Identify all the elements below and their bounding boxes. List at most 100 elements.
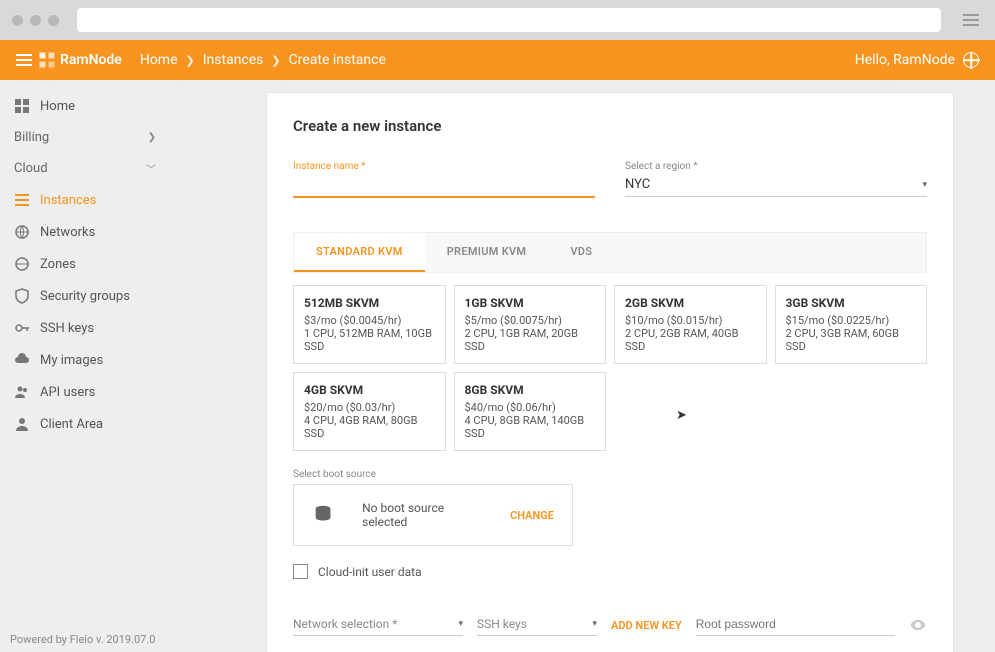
plan-name: 2GB SKVM bbox=[625, 296, 756, 310]
plan-8gb[interactable]: 8GB SKVM $40/mo ($0.06/hr) 4 CPU, 8GB RA… bbox=[454, 372, 607, 451]
plan-price: $5/mo ($0.0075/hr) bbox=[465, 314, 596, 327]
list-icon bbox=[14, 192, 30, 208]
tab-vds[interactable]: VDS bbox=[548, 233, 614, 272]
add-new-key-button[interactable]: ADD NEW KEY bbox=[611, 619, 682, 636]
caret-down-icon: ▾ bbox=[458, 619, 463, 629]
user-icon bbox=[14, 416, 30, 432]
plan-3gb[interactable]: 3GB SKVM $15/mo ($0.0225/hr) 2 CPU, 3GB … bbox=[775, 285, 928, 364]
ssh-select[interactable]: SSH keys ▾ bbox=[477, 603, 597, 636]
sidebar-item-cloud[interactable]: Cloud ﹀ bbox=[0, 153, 170, 184]
globe-icon bbox=[14, 256, 30, 272]
instance-name-field[interactable]: Instance name * bbox=[293, 163, 595, 198]
maximize-window-icon[interactable] bbox=[48, 15, 59, 26]
network-label: Network selection * bbox=[293, 617, 397, 631]
sidebar-label: Security groups bbox=[40, 289, 130, 304]
sidebar-label: Instances bbox=[40, 193, 96, 208]
plan-price: $10/mo ($0.015/hr) bbox=[625, 314, 756, 327]
region-field[interactable]: Select a region * NYC ▾ bbox=[625, 163, 927, 198]
brand-logo[interactable]: RamNode bbox=[38, 51, 122, 69]
browser-chrome bbox=[0, 0, 995, 40]
breadcrumb-create-instance[interactable]: Create instance bbox=[289, 52, 386, 68]
chevron-right-icon: ❯ bbox=[271, 54, 280, 67]
plan-spec: 2 CPU, 1GB RAM, 20GB SSD bbox=[465, 327, 596, 353]
chevron-right-icon: ❯ bbox=[148, 132, 156, 143]
plan-tabs: STANDARD KVM PREMIUM KVM VDS bbox=[293, 232, 927, 273]
hello-text: Hello, RamNode bbox=[855, 52, 955, 68]
sidebar-item-ssh-keys[interactable]: SSH keys bbox=[0, 312, 170, 344]
sidebar-item-zones[interactable]: Zones bbox=[0, 248, 170, 280]
plan-spec: 4 CPU, 8GB RAM, 140GB SSD bbox=[465, 414, 596, 440]
logo-mark-icon bbox=[38, 51, 56, 69]
plan-price: $40/mo ($0.06/hr) bbox=[465, 401, 596, 414]
change-boot-source-button[interactable]: CHANGE bbox=[510, 509, 554, 522]
plan-price: $20/mo ($0.03/hr) bbox=[304, 401, 435, 414]
url-bar[interactable] bbox=[77, 8, 941, 32]
root-password-input[interactable] bbox=[696, 603, 895, 636]
sidebar-label: Cloud bbox=[14, 161, 48, 176]
user-greeting[interactable]: Hello, RamNode bbox=[855, 52, 979, 68]
caret-down-icon: ▾ bbox=[922, 180, 927, 190]
sidebar-label: Home bbox=[40, 99, 75, 114]
boot-source-text: No boot source selected bbox=[362, 501, 482, 529]
plan-4gb[interactable]: 4GB SKVM $20/mo ($0.03/hr) 4 CPU, 4GB RA… bbox=[293, 372, 446, 451]
plan-name: 512MB SKVM bbox=[304, 296, 435, 310]
cloud-upload-icon bbox=[14, 352, 30, 368]
browser-menu-icon[interactable] bbox=[959, 8, 983, 32]
sidebar-item-instances[interactable]: Instances bbox=[0, 184, 170, 216]
create-instance-card: Create a new instance Instance name * Se… bbox=[266, 92, 954, 652]
sidebar-item-security-groups[interactable]: Security groups bbox=[0, 280, 170, 312]
ssh-keys-field[interactable]: SSH keys ▾ bbox=[477, 603, 597, 636]
tab-standard-kvm[interactable]: STANDARD KVM bbox=[294, 233, 425, 272]
chevron-right-icon: ❯ bbox=[186, 54, 195, 67]
network-icon bbox=[14, 224, 30, 240]
boot-source-box: No boot source selected CHANGE bbox=[293, 484, 573, 546]
cloud-init-checkbox[interactable] bbox=[293, 564, 308, 579]
plan-grid: 512MB SKVM $3/mo ($0.0045/hr) 1 CPU, 512… bbox=[293, 285, 927, 451]
footer-text: Powered by Fleio v. 2019.07.0 bbox=[10, 633, 155, 646]
breadcrumb-home[interactable]: Home bbox=[140, 52, 178, 68]
sidebar-label: Zones bbox=[40, 257, 76, 272]
sidebar-label: My images bbox=[40, 353, 103, 368]
breadcrumb: Home ❯ Instances ❯ Create instance bbox=[140, 52, 386, 68]
plan-price: $15/mo ($0.0225/hr) bbox=[786, 314, 917, 327]
sidebar-item-networks[interactable]: Networks bbox=[0, 216, 170, 248]
ssh-label: SSH keys bbox=[477, 617, 527, 631]
main-content: Create a new instance Instance name * Se… bbox=[170, 80, 995, 652]
network-selection-field[interactable]: Network selection * ▾ bbox=[293, 603, 463, 636]
window-controls bbox=[12, 15, 59, 26]
sidebar-label: Billing bbox=[14, 130, 49, 145]
key-icon bbox=[14, 320, 30, 336]
root-password-field[interactable] bbox=[696, 603, 895, 636]
sidebar-item-client-area[interactable]: Client Area bbox=[0, 408, 170, 440]
cloud-init-row[interactable]: Cloud-init user data bbox=[293, 564, 927, 579]
users-icon bbox=[14, 384, 30, 400]
sidebar-item-api-users[interactable]: API users bbox=[0, 376, 170, 408]
close-window-icon[interactable] bbox=[12, 15, 23, 26]
plan-spec: 2 CPU, 3GB RAM, 60GB SSD bbox=[786, 327, 917, 353]
network-select[interactable]: Network selection * ▾ bbox=[293, 603, 463, 636]
plan-name: 1GB SKVM bbox=[465, 296, 596, 310]
breadcrumb-instances[interactable]: Instances bbox=[203, 52, 264, 68]
plan-spec: 4 CPU, 4GB RAM, 80GB SSD bbox=[304, 414, 435, 440]
sidebar-toggle-icon[interactable] bbox=[16, 54, 32, 66]
app-header: RamNode Home ❯ Instances ❯ Create instan… bbox=[0, 40, 995, 80]
region-label: Select a region * bbox=[625, 161, 698, 172]
plan-name: 8GB SKVM bbox=[465, 383, 596, 397]
plan-512mb[interactable]: 512MB SKVM $3/mo ($0.0045/hr) 1 CPU, 512… bbox=[293, 285, 446, 364]
sidebar-item-billing[interactable]: Billing ❯ bbox=[0, 122, 170, 153]
sidebar-item-my-images[interactable]: My images bbox=[0, 344, 170, 376]
chevron-down-icon: ﹀ bbox=[146, 161, 156, 176]
boot-source-label: Select boot source bbox=[293, 469, 927, 480]
eye-icon[interactable] bbox=[909, 616, 927, 634]
plan-1gb[interactable]: 1GB SKVM $5/mo ($0.0075/hr) 2 CPU, 1GB R… bbox=[454, 285, 607, 364]
plan-2gb[interactable]: 2GB SKVM $10/mo ($0.015/hr) 2 CPU, 2GB R… bbox=[614, 285, 767, 364]
plan-price: $3/mo ($0.0045/hr) bbox=[304, 314, 435, 327]
sidebar-label: API users bbox=[40, 385, 95, 400]
sidebar-item-home[interactable]: Home bbox=[0, 90, 170, 122]
sidebar-label: Client Area bbox=[40, 417, 103, 432]
instance-name-label: Instance name * bbox=[293, 161, 365, 172]
cloud-init-label: Cloud-init user data bbox=[318, 565, 422, 579]
minimize-window-icon[interactable] bbox=[30, 15, 41, 26]
caret-down-icon: ▾ bbox=[592, 619, 597, 629]
tab-premium-kvm[interactable]: PREMIUM KVM bbox=[425, 233, 549, 272]
